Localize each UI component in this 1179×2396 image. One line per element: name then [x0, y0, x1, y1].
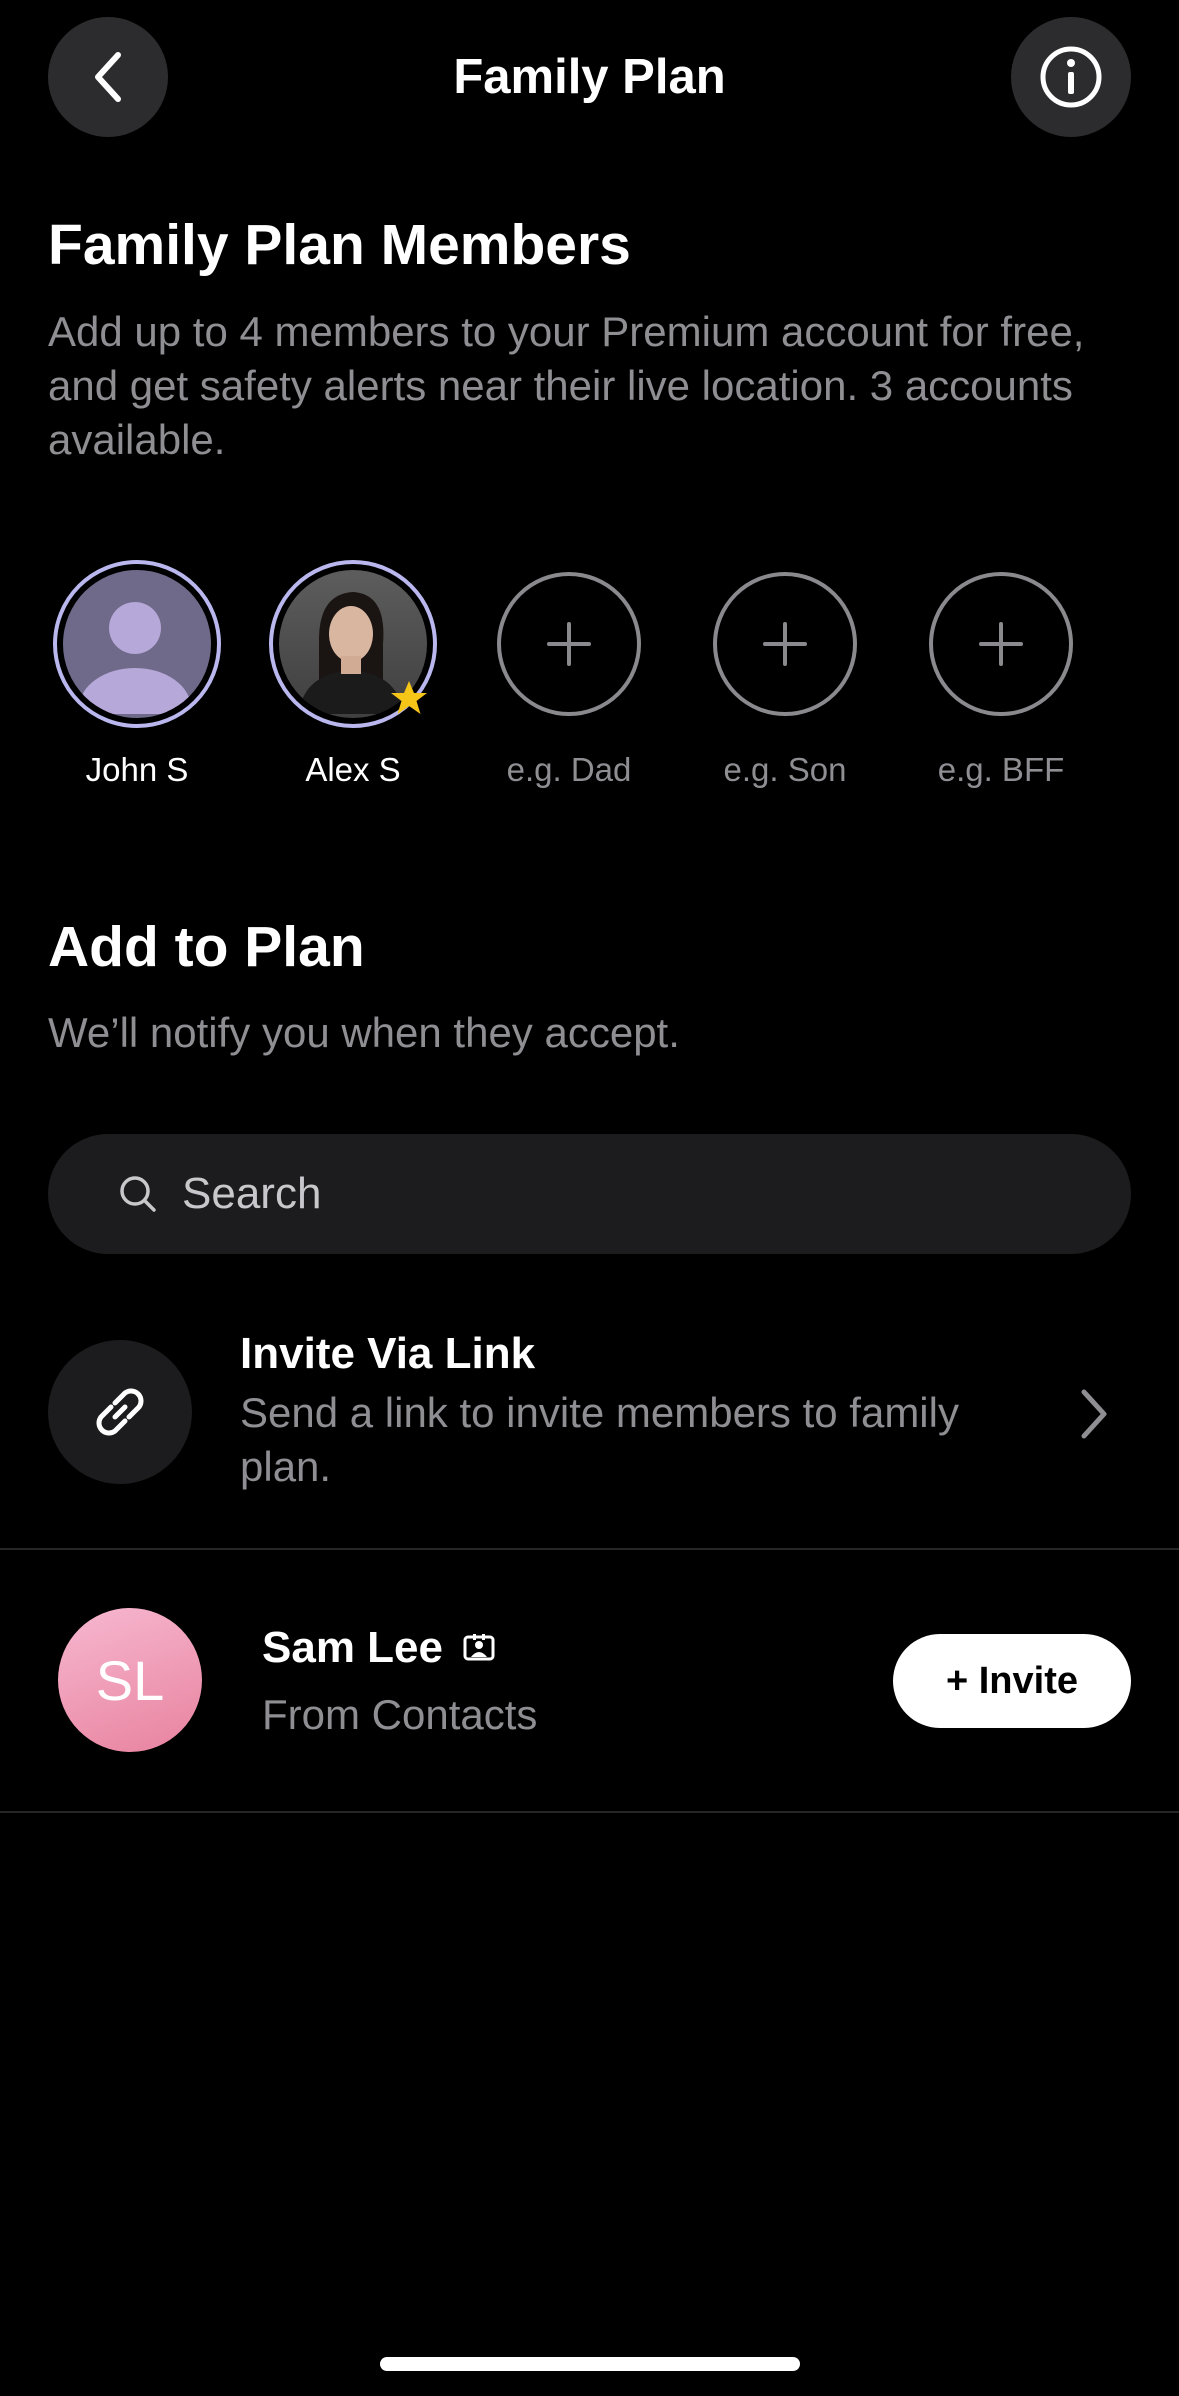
- member-name: Alex S: [305, 751, 401, 788]
- link-icon-container: [48, 1340, 192, 1484]
- add-section-title: Add to Plan: [48, 915, 365, 979]
- home-indicator[interactable]: [380, 2357, 800, 2371]
- search-icon: [120, 1176, 156, 1212]
- invite-via-link-row[interactable]: Invite Via Link Send a link to invite me…: [0, 1310, 1179, 1548]
- link-icon: [96, 1388, 144, 1436]
- star-icon: [391, 681, 427, 714]
- members-section-description: Add up to 4 members to your Premium acco…: [48, 308, 1085, 463]
- invite-link-description: Send a link to invite members to family …: [240, 1389, 959, 1490]
- member-name: John S: [85, 751, 189, 788]
- chevron-right-icon: [1081, 1389, 1107, 1439]
- invite-link-title: Invite Via Link: [240, 1329, 536, 1378]
- info-icon: [1040, 46, 1102, 108]
- slot-label: e.g. Dad: [506, 751, 632, 788]
- invite-button[interactable]: + Invite: [893, 1634, 1131, 1728]
- default-person-icon: [79, 602, 191, 714]
- members-section-title: Family Plan Members: [48, 213, 631, 277]
- add-section-description: We’ll notify you when they accept.: [48, 1009, 680, 1056]
- info-button[interactable]: [1011, 17, 1131, 137]
- member-john[interactable]: John S: [47, 560, 227, 790]
- contact-avatar: SL: [58, 1608, 202, 1752]
- plus-icon: [547, 622, 591, 666]
- contact-row: SL Sam Lee From Contacts + Invite: [0, 1550, 1179, 1811]
- contact-name: Sam Lee: [262, 1623, 443, 1672]
- contact-name-wrapper: Sam Lee: [262, 1620, 495, 1676]
- search-bar[interactable]: [48, 1134, 1131, 1254]
- member-alex[interactable]: Alex S: [263, 560, 443, 790]
- contact-source: From Contacts: [262, 1691, 538, 1738]
- search-input[interactable]: [180, 1168, 1084, 1220]
- plus-icon: [979, 622, 1023, 666]
- page-title: Family Plan: [453, 50, 726, 104]
- slot-label: e.g. Son: [723, 751, 847, 788]
- divider: [0, 1811, 1179, 1813]
- empty-slot-dad[interactable]: e.g. Dad: [479, 560, 659, 790]
- empty-slot-son[interactable]: e.g. Son: [695, 560, 875, 790]
- empty-slot-bff[interactable]: e.g. BFF: [911, 560, 1091, 790]
- slot-label: e.g. BFF: [937, 751, 1065, 788]
- contact-card-icon: [463, 1634, 495, 1661]
- plus-icon: [763, 622, 807, 666]
